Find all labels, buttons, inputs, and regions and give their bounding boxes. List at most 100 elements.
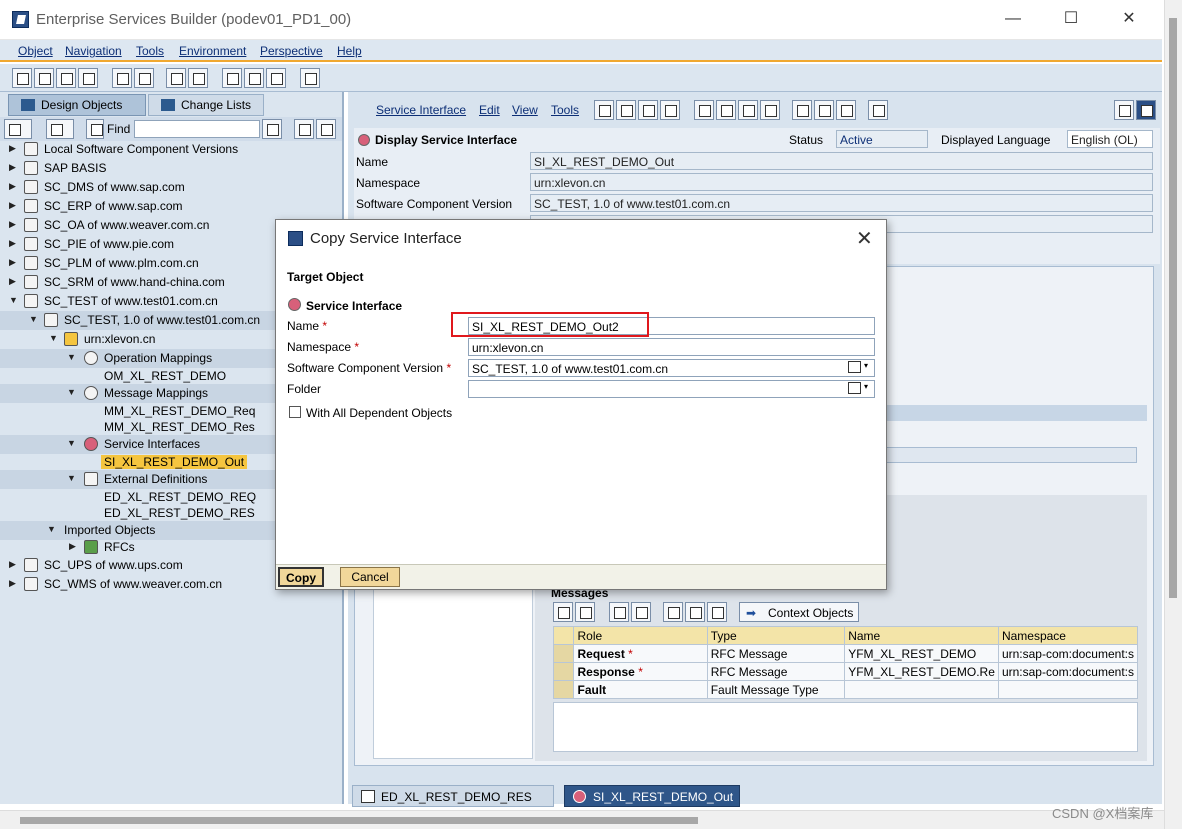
paste-icon[interactable] [707,602,727,622]
row-selector[interactable] [552,680,575,699]
info-icon[interactable] [694,100,714,120]
dropdown-icon[interactable]: ▾ [864,382,868,391]
save-icon[interactable] [112,68,132,88]
tree-icon[interactable] [868,100,888,120]
menu-edit[interactable]: Edit [479,103,500,117]
pin-icon[interactable] [1114,100,1134,120]
tab-ed-xl-rest-demo-res[interactable]: ED_XL_REST_DEMO_RES [352,785,554,807]
expand-arrow-icon[interactable]: ▶ [9,200,16,211]
where-used-icon[interactable] [716,100,736,120]
menu-view[interactable]: View [512,103,538,117]
scrollbar-thumb[interactable] [20,817,698,824]
tree-item[interactable]: ▶ SC_ERP of www.sap.com [0,197,342,216]
tree-item[interactable]: ▶ Local Software Component Versions [0,140,342,159]
menu-environment[interactable]: Environment [179,44,246,58]
menu-perspective[interactable]: Perspective [260,44,323,58]
folder-input[interactable] [468,380,875,398]
expand-arrow-icon[interactable]: ▶ [69,541,76,552]
table-row[interactable]: Request * RFC Message YFM_XL_REST_DEMO u… [552,644,1139,663]
menu-object[interactable]: Object [18,44,53,58]
new-icon[interactable] [12,68,32,88]
dropdown-icon[interactable]: ▾ [864,361,868,370]
collapse-arrow-icon[interactable]: ▼ [47,524,56,534]
tree-item[interactable]: ▶ SC_DMS of www.sap.com [0,178,342,197]
add-row-icon[interactable] [553,602,573,622]
expand-arrow-icon[interactable]: ▶ [9,219,16,230]
hierarchy-icon[interactable] [760,100,780,120]
copy-icon[interactable] [660,100,680,120]
row-selector[interactable] [552,644,575,663]
table-icon[interactable] [814,100,834,120]
vertical-scrollbar[interactable] [1164,0,1182,829]
refresh-icon[interactable] [638,100,658,120]
move-up-icon[interactable] [609,602,629,622]
collapse-arrow-icon[interactable]: ▼ [9,295,18,305]
binoculars-icon[interactable] [262,119,282,139]
expand-icon[interactable] [316,119,336,139]
back-icon[interactable] [222,68,242,88]
tab-design-objects[interactable]: Design Objects [8,94,146,116]
expand-arrow-icon[interactable]: ▶ [9,257,16,268]
sync-icon[interactable] [4,119,32,139]
tab-si-xl-rest-demo-out[interactable]: SI_XL_REST_DEMO_Out [564,785,740,807]
table-row[interactable]: Response * RFC Message YFM_XL_REST_DEMO.… [552,662,1139,681]
close-editor-icon[interactable] [1136,100,1156,120]
row-selector[interactable] [552,662,575,681]
settings-icon[interactable] [300,68,320,88]
collapse-arrow-icon[interactable]: ▼ [67,473,76,483]
open-icon[interactable] [34,68,54,88]
expand-arrow-icon[interactable]: ▶ [9,238,16,249]
horizontal-scrollbar[interactable] [0,810,1164,829]
tab-change-lists[interactable]: Change Lists [148,94,264,116]
value-help-icon[interactable] [848,382,861,394]
forward-icon[interactable] [244,68,264,88]
menu-navigation[interactable]: Navigation [65,44,122,58]
move-down-icon[interactable] [631,602,651,622]
copy-icon[interactable] [56,68,76,88]
edit-icon[interactable] [594,100,614,120]
save-icon[interactable] [616,100,636,120]
collapse-arrow-icon[interactable]: ▼ [49,333,58,343]
expand-arrow-icon[interactable]: ▶ [9,578,16,589]
cut-icon[interactable] [663,602,683,622]
language-select[interactable]: English (OL) [1067,130,1153,148]
collapse-arrow-icon[interactable]: ▼ [67,387,76,397]
dialog-close-button[interactable]: ✕ [856,226,873,251]
expand-arrow-icon[interactable]: ▶ [9,181,16,192]
transport-icon[interactable] [166,68,186,88]
menu-tools[interactable]: Tools [551,103,579,117]
table-row[interactable]: Fault Fault Message Type [552,680,1139,699]
remove-row-icon[interactable] [575,602,595,622]
history-icon[interactable] [266,68,286,88]
filter-icon[interactable] [46,119,74,139]
expand-arrow-icon[interactable]: ▶ [9,162,16,173]
namespace-input[interactable]: urn:xlevon.cn [468,338,875,356]
expand-arrow-icon[interactable]: ▶ [9,276,16,287]
close-button[interactable]: ✕ [1114,8,1144,30]
find-input[interactable] [134,120,260,138]
scrollbar-thumb[interactable] [1169,18,1177,598]
tree-item[interactable]: ▶ SAP BASIS [0,159,342,178]
package-icon[interactable] [792,100,812,120]
document-icon[interactable] [836,100,856,120]
expand-arrow-icon[interactable]: ▶ [9,143,16,154]
maximize-button[interactable]: ☐ [1056,8,1086,30]
collapse-arrow-icon[interactable]: ▼ [67,438,76,448]
menu-service-interface[interactable]: Service Interface [376,103,466,117]
context-objects-button[interactable]: ➡ Context Objects [739,602,859,622]
find-nav-icon[interactable] [86,119,104,139]
minimize-button[interactable]: — [998,8,1028,30]
menu-tools[interactable]: Tools [136,44,164,58]
save-all-icon[interactable] [134,68,154,88]
copy-row-icon[interactable] [685,602,705,622]
copy-button[interactable]: Copy [278,567,324,587]
dependent-objects-checkbox[interactable] [289,406,301,418]
cancel-button[interactable]: Cancel [340,567,400,587]
value-help-icon[interactable] [848,361,861,373]
delete-icon[interactable] [78,68,98,88]
swcv-input[interactable]: SC_TEST, 1.0 of www.test01.com.cn [468,359,875,377]
refresh-icon[interactable] [188,68,208,88]
menu-help[interactable]: Help [337,44,362,58]
collapse-arrow-icon[interactable]: ▼ [67,352,76,362]
collapse-icon[interactable] [294,119,314,139]
